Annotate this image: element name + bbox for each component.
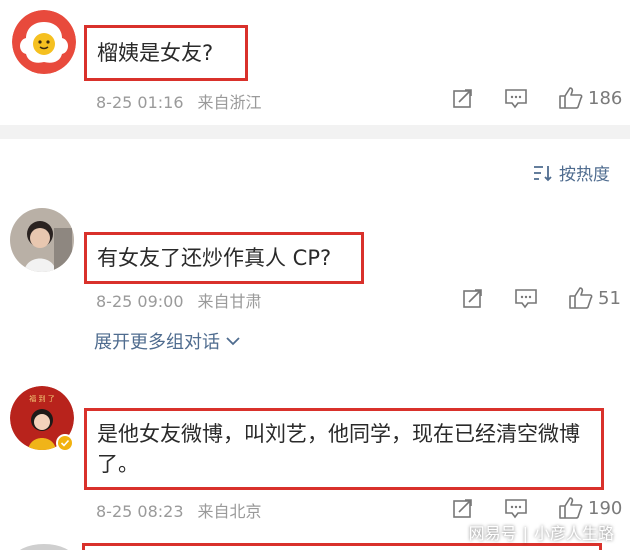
share-button[interactable] xyxy=(452,87,474,109)
thumbs-up-icon xyxy=(559,497,583,519)
comment-item: 榴姨是女友? 8-25 01:16 来自浙江 186 xyxy=(0,0,630,125)
sort-icon xyxy=(534,165,552,181)
avatar[interactable] xyxy=(14,544,74,550)
comment-actions: 190 xyxy=(452,496,622,520)
comment-text-box xyxy=(82,543,602,550)
share-icon xyxy=(463,289,482,308)
comment-button[interactable] xyxy=(514,287,538,309)
like-count: 190 xyxy=(588,497,623,519)
watermark: 网易号 | 小彦人生路 xyxy=(469,520,614,544)
avatar-image xyxy=(12,10,76,74)
comment-actions: 186 xyxy=(452,86,622,110)
comment-text: 榴姨是女友? xyxy=(97,40,214,65)
svg-text:福 到 了: 福 到 了 xyxy=(29,394,54,403)
comment-date: 8-25 08:23 xyxy=(96,502,184,521)
like-button[interactable]: 186 xyxy=(558,86,622,110)
comment-button[interactable] xyxy=(504,497,528,519)
comment-text-box: 榴姨是女友? xyxy=(84,25,248,81)
comment-text: 是他女友微博，叫刘艺，他同学，现在已经清空微博了。 xyxy=(97,422,580,477)
thumbs-up-icon xyxy=(559,87,583,109)
share-button[interactable] xyxy=(452,497,474,519)
comment-icon xyxy=(505,89,527,109)
expand-conversations-link[interactable]: 展开更多组对话 xyxy=(94,328,240,354)
avatar-image xyxy=(10,208,74,272)
like-count: 51 xyxy=(598,287,621,309)
like-count: 186 xyxy=(588,87,623,109)
comment-item: 福 到 了 是他女友微博，叫刘艺，他同学，现在已经清空微博了。 8-25 08:… xyxy=(0,380,630,525)
comment-icon xyxy=(505,499,527,519)
comment-meta: 8-25 08:23 来自北京 xyxy=(96,498,262,522)
watermark-author: 小彦人生路 xyxy=(533,524,614,543)
avatar[interactable] xyxy=(10,208,74,272)
sort-button[interactable]: 按热度 xyxy=(533,160,610,185)
expand-label: 展开更多组对话 xyxy=(94,332,220,353)
comment-actions: 51 xyxy=(462,286,621,310)
comment-date: 8-25 01:16 xyxy=(96,93,184,112)
like-button[interactable]: 190 xyxy=(558,496,622,520)
comment-text-box: 是他女友微博，叫刘艺，他同学，现在已经清空微博了。 xyxy=(84,408,604,490)
share-button[interactable] xyxy=(462,287,484,309)
share-icon xyxy=(453,89,472,108)
sort-label: 按热度 xyxy=(559,165,610,185)
comment-meta: 8-25 01:16 来自浙江 xyxy=(96,89,262,113)
comment-location: 来自北京 xyxy=(197,502,262,521)
watermark-site: 网易号 xyxy=(468,524,517,543)
comment-text-box: 有女友了还炒作真人 CP? xyxy=(84,232,364,284)
comment-location: 来自甘肃 xyxy=(197,292,262,311)
comment-icon xyxy=(515,289,537,309)
thumbs-up-icon xyxy=(569,287,593,309)
avatar[interactable] xyxy=(12,10,76,74)
comment-text: 有女友了还炒作真人 CP? xyxy=(97,245,332,270)
comment-meta: 8-25 09:00 来自甘肃 xyxy=(96,288,262,312)
comment-button[interactable] xyxy=(504,87,528,109)
verified-badge-icon xyxy=(56,434,74,452)
section-divider xyxy=(0,125,630,139)
comment-location: 来自浙江 xyxy=(197,93,262,112)
comment-date: 8-25 09:00 xyxy=(96,292,184,311)
watermark-separator: | xyxy=(522,524,528,543)
like-button[interactable]: 51 xyxy=(568,286,621,310)
chevron-down-icon xyxy=(226,337,240,346)
share-icon xyxy=(453,499,472,518)
